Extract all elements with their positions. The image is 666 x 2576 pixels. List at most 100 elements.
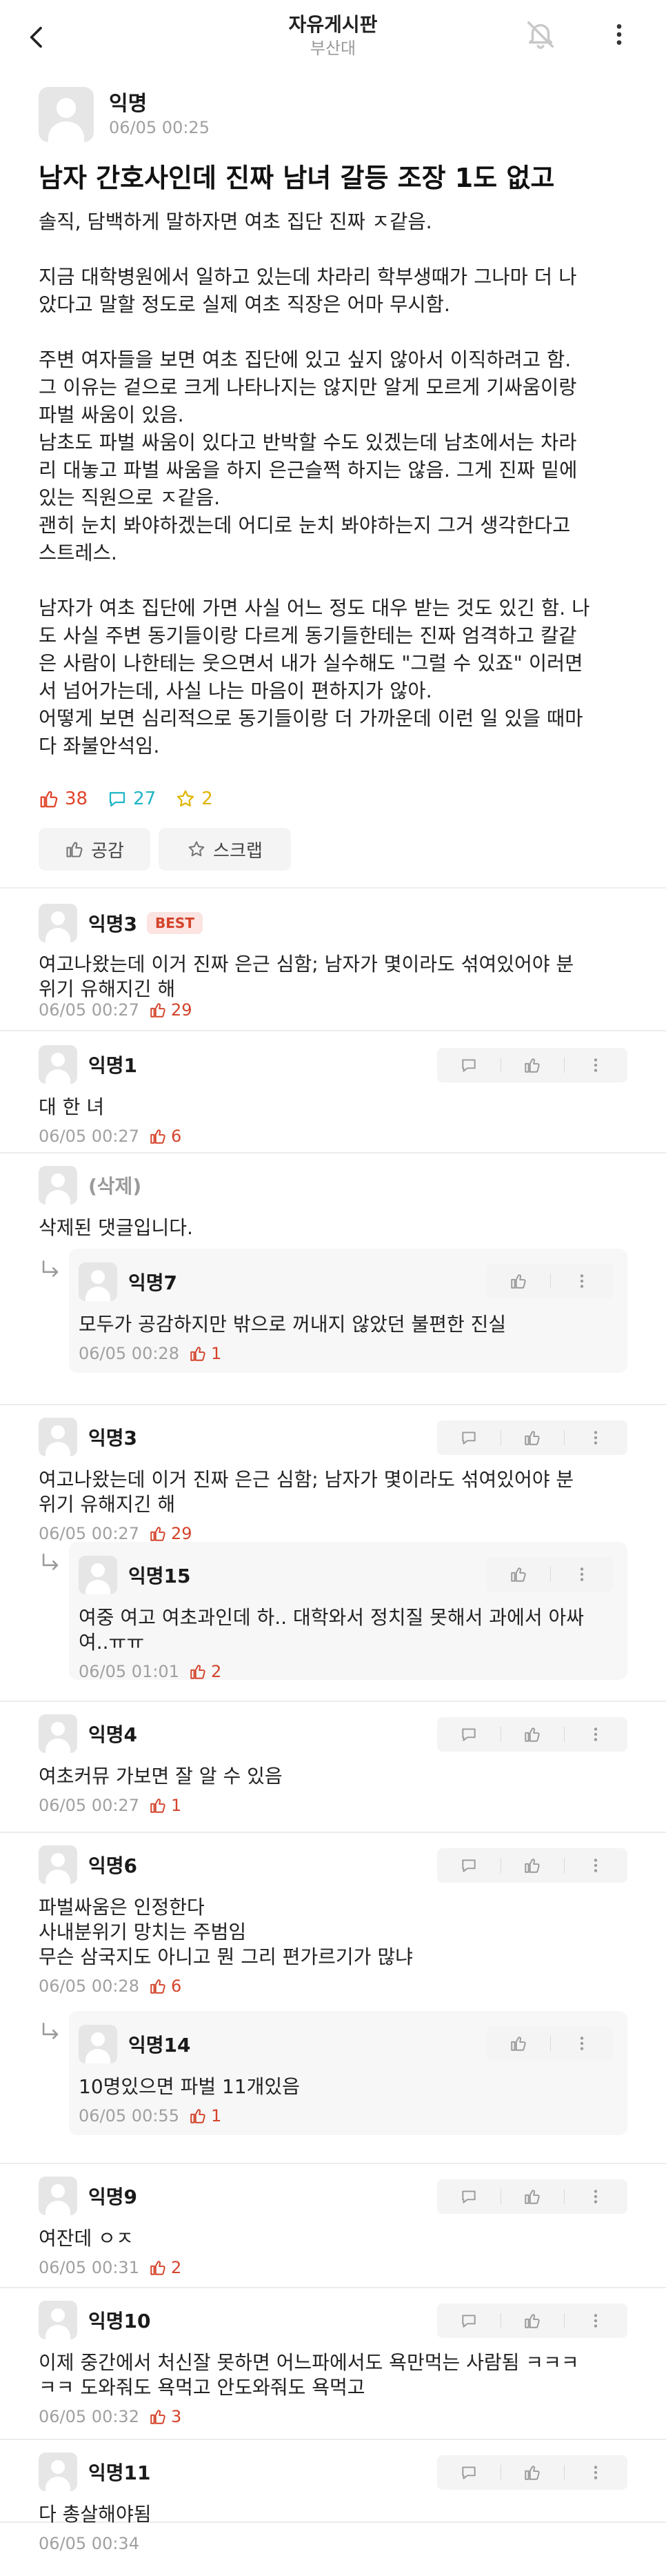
post-body-line: 솔직, 담백하게 말하자면 여초 집단 진짜 ㅈ같음. xyxy=(39,210,432,233)
comment-meta: 06/05 00:27 1 xyxy=(39,1796,181,1815)
comment-line: 여고나왔는데 이거 진짜 은근 심함; 남자가 몇이라도 섞여있어야 분 xyxy=(39,1468,574,1491)
comment-more-button[interactable] xyxy=(564,2303,627,2338)
comment-meta: 06/05 00:27 29 xyxy=(39,1000,192,1020)
comment: 익명1 대 한 녀 06/05 00:27 6 xyxy=(0,1031,666,1153)
like-count: 38 xyxy=(39,789,88,809)
like-button[interactable] xyxy=(501,1717,564,1752)
comment-more-button[interactable] xyxy=(564,1717,627,1752)
comment-more-button[interactable] xyxy=(564,2455,627,2490)
notification-toggle-button[interactable] xyxy=(521,15,560,54)
more-options-button[interactable] xyxy=(600,15,638,54)
like-button[interactable] xyxy=(501,1048,564,1082)
thumbs-up-icon xyxy=(189,2107,207,2125)
like-button[interactable] xyxy=(487,1264,550,1298)
comment-author: 익명10 xyxy=(88,2310,151,2332)
comment-text: 여초커뮤 가보면 잘 알 수 있음 xyxy=(39,1764,283,1789)
like-button[interactable] xyxy=(501,2455,564,2490)
reply-button[interactable] xyxy=(437,1717,501,1752)
comment-more-button[interactable] xyxy=(564,2179,627,2214)
comment-tools xyxy=(437,1848,627,1883)
post-title: 남자 간호사인데 진짜 남녀 갈등 조장 1도 없고 xyxy=(39,163,555,193)
header-titles: 자유게시판 부산대 xyxy=(0,12,666,59)
thumbs-up-icon xyxy=(509,2034,527,2052)
thumbs-up-icon xyxy=(523,1856,541,1874)
thumbs-up-icon xyxy=(189,1663,207,1681)
comment-line: 위기 유해지긴 해 xyxy=(39,1493,176,1516)
comment-more-button[interactable] xyxy=(564,1848,627,1883)
comment-author: 익명11 xyxy=(88,2461,151,2484)
comment-line: 여중 여고 여초과인데 하.. 대학와서 정치질 못해서 과에서 아싸 xyxy=(79,1606,585,1629)
comment-meta: 06/05 00:28 1 xyxy=(79,1344,221,1363)
thumbs-up-icon xyxy=(149,1525,167,1543)
comment-author: 익명14 xyxy=(128,2034,191,2057)
reply-button[interactable] xyxy=(437,2303,501,2338)
reply-button[interactable] xyxy=(437,1848,501,1883)
reply-arrow-icon xyxy=(39,1258,62,1282)
post-body-line: 다 좌불안석임. xyxy=(39,735,160,757)
comment-head: 익명6 xyxy=(39,1845,137,1884)
scrap-button[interactable]: 스크랩 xyxy=(159,828,291,871)
comment-head: 익명15 xyxy=(79,1556,191,1594)
like-button[interactable] xyxy=(487,2026,550,2061)
comment-more-button[interactable] xyxy=(550,2026,614,2061)
reply-arrow-icon xyxy=(39,2021,62,2044)
thumbs-up-icon xyxy=(523,2464,541,2481)
comment-line: 여고나왔는데 이거 진짜 은근 심함; 남자가 몇이라도 섞여있어야 분 xyxy=(39,953,574,975)
comment-like-count: 6 xyxy=(149,1127,181,1146)
thumbs-up-icon xyxy=(149,2259,167,2277)
post-body-line: 남자가 여초 집단에 가면 사실 어느 정도 대우 받는 것도 있긴 함. 나 xyxy=(39,597,590,620)
thumbs-up-icon xyxy=(523,1056,541,1074)
thumbs-up-icon xyxy=(523,2312,541,2330)
like-button[interactable] xyxy=(487,1557,550,1592)
avatar xyxy=(39,87,94,142)
comment-like-value: 1 xyxy=(210,1344,222,1363)
comment-more-button[interactable] xyxy=(550,1557,614,1592)
comment-tools xyxy=(487,1264,614,1298)
comment-author: 익명1 xyxy=(88,1054,138,1077)
comment-like-value: 6 xyxy=(170,1127,182,1146)
post-body-line: 괜히 눈치 봐야하겠는데 어디로 눈치 봐야하는지 그거 생각한다고 xyxy=(39,514,571,537)
avatar xyxy=(39,904,77,942)
comment-line: 위기 유해지긴 해 xyxy=(39,978,176,1000)
comment-more-button[interactable] xyxy=(564,1048,627,1082)
comment-text: 다 총살해야됨 xyxy=(39,2502,151,2527)
comment-meta: 06/05 01:01 2 xyxy=(79,1662,221,1681)
comment-author: (삭제) xyxy=(88,1175,142,1198)
empathy-button[interactable]: 공감 xyxy=(39,828,150,871)
reply-button[interactable] xyxy=(437,2179,501,2214)
comment-icon xyxy=(460,2464,478,2481)
like-button[interactable] xyxy=(501,1848,564,1883)
like-button[interactable] xyxy=(501,1420,564,1455)
comment-more-button[interactable] xyxy=(550,1264,614,1298)
reply-comment: 익명7 모두가 공감하지만 밖으로 꺼내지 않았던 불편한 진실 06/05 00:… xyxy=(69,1249,627,1373)
scrap-count-value: 2 xyxy=(201,789,213,809)
comment-like-count: 29 xyxy=(149,1000,192,1020)
comment-tools xyxy=(437,1717,627,1752)
reply-button[interactable] xyxy=(437,2455,501,2490)
like-button[interactable] xyxy=(501,2179,564,2214)
post-body-line: 남초도 파벌 싸움이 있다고 반박할 수도 있겠는데 남초에서는 차라 xyxy=(39,431,577,454)
like-button[interactable] xyxy=(501,2303,564,2338)
post-body-line: 은 사람이 나한테는 웃으면서 내가 실수해도 "그럴 수 있죠" 이러면 xyxy=(39,652,583,675)
comment-list: 익명1 대 한 녀 06/05 00:27 6 (삭제) 삭제된 댓글입니다. 익명7 모두가… xyxy=(0,1031,666,2553)
comment-icon xyxy=(460,2312,478,2330)
comment-line: 대 한 녀 xyxy=(39,1096,105,1118)
comment-head: 익명10 xyxy=(39,2301,151,2339)
board-subtitle: 부산대 xyxy=(310,39,356,58)
comment-like-count: 29 xyxy=(149,1524,192,1543)
avatar xyxy=(39,1418,77,1456)
post-author: 익명 xyxy=(109,92,148,116)
avatar xyxy=(39,1045,77,1084)
reply-comment: 익명15 여중 여고 여초과인데 하.. 대학와서 정치질 못해서 과에서 아싸 여… xyxy=(69,1542,627,1681)
bell-off-icon xyxy=(527,21,554,49)
post-body-line: 서 넘어가는데, 사실 나는 마음이 편하지가 않아. xyxy=(39,680,432,702)
comment-like-value: 2 xyxy=(210,1662,222,1681)
comment-more-button[interactable] xyxy=(564,1420,627,1455)
comment-head: 익명14 xyxy=(79,2025,191,2063)
reply-button[interactable] xyxy=(437,1048,501,1082)
top-bar: 자유게시판 부산대 xyxy=(0,0,666,76)
scrap-count: 2 xyxy=(175,789,213,809)
reply-button[interactable] xyxy=(437,1420,501,1455)
more-vertical-icon xyxy=(587,1725,605,1743)
